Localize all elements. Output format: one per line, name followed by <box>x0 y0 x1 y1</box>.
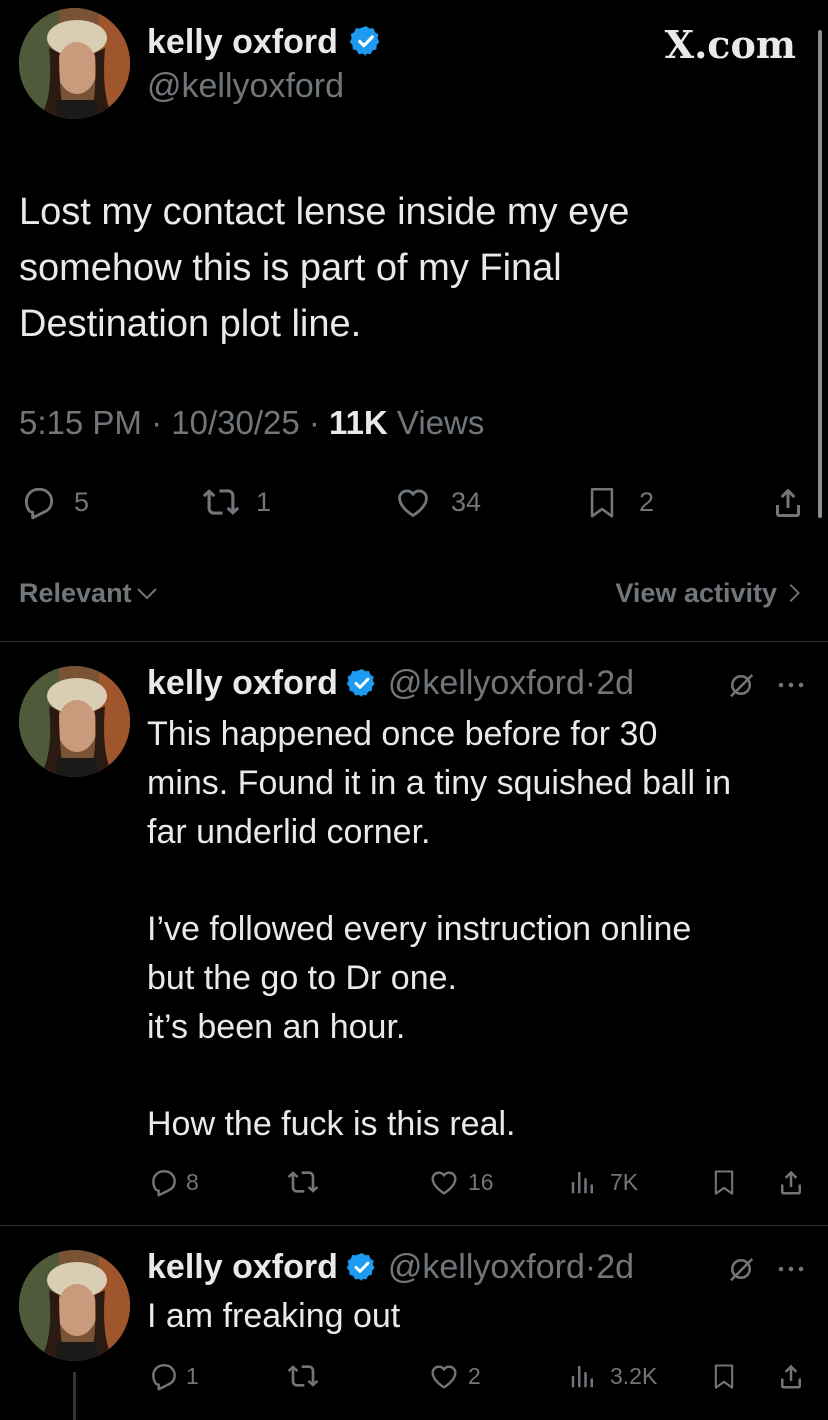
chevron-down-icon <box>136 588 157 600</box>
reply-icon <box>24 487 54 520</box>
reply-age[interactable]: 2d <box>596 662 634 704</box>
bookmark-icon[interactable] <box>710 1360 738 1392</box>
divider <box>0 1225 828 1226</box>
share-button[interactable] <box>770 482 806 522</box>
display-name-text: kelly oxford <box>147 23 338 61</box>
repost-icon <box>287 1365 319 1387</box>
meta-separator: · <box>299 404 330 441</box>
views-button[interactable]: 3.2K <box>568 1360 657 1392</box>
like-button[interactable]: 16 <box>428 1166 494 1198</box>
share-icon[interactable] <box>776 1360 806 1392</box>
handle[interactable]: @kellyoxford <box>388 662 585 704</box>
bookmark-count: 2 <box>639 486 655 517</box>
grok-icon[interactable] <box>726 1254 756 1284</box>
like-count: 2 <box>468 1362 481 1389</box>
avatar[interactable] <box>19 666 130 777</box>
reply-count: 8 <box>186 1168 199 1195</box>
reply-icon <box>152 1364 176 1391</box>
reply-icon <box>152 1170 176 1197</box>
meta-separator: · <box>141 404 172 441</box>
display-name[interactable]: kelly oxford <box>147 662 338 704</box>
reply-age[interactable]: 2d <box>596 1246 634 1288</box>
more-options-icon[interactable] <box>776 670 806 700</box>
tweet-meta: 5:15 PM · 10/30/25 · 11K Views <box>19 402 484 444</box>
more-options-icon[interactable] <box>776 1254 806 1284</box>
repost-count: 1 <box>256 486 272 517</box>
views-count: 3.2K <box>610 1362 658 1389</box>
view-activity-label: View activity <box>615 578 777 608</box>
heart-icon <box>398 489 428 517</box>
views-count: 11K <box>329 404 388 441</box>
thread-line <box>73 1372 76 1420</box>
tweet-text: Lost my contact lense inside my eye some… <box>19 191 630 345</box>
tweet-date[interactable]: 10/30/25 <box>171 404 299 441</box>
reply-header: kelly oxford @kellyoxford · 2d <box>147 662 634 704</box>
like-count: 34 <box>451 486 482 517</box>
like-count: 16 <box>468 1168 494 1195</box>
meta-separator: · <box>584 1248 597 1286</box>
tweet-time[interactable]: 5:15 PM <box>19 404 142 441</box>
reply-button[interactable]: 1 <box>148 1360 199 1392</box>
verified-badge-icon <box>346 669 375 697</box>
views-count: 7K <box>610 1168 639 1195</box>
reply-button[interactable]: 5 <box>20 482 89 522</box>
avatar[interactable] <box>19 8 130 119</box>
like-button[interactable]: 34 <box>393 482 481 522</box>
views-button[interactable]: 7K <box>568 1166 638 1198</box>
bookmark-icon[interactable] <box>710 1166 738 1198</box>
verified-badge-icon <box>346 1253 375 1281</box>
reply-text: I am freaking out <box>147 1297 401 1335</box>
heart-icon <box>431 1171 457 1195</box>
reply-button[interactable]: 8 <box>148 1166 199 1198</box>
repost-icon <box>287 1171 319 1193</box>
display-name[interactable]: kelly oxford <box>147 22 383 62</box>
bookmark-button[interactable]: 2 <box>585 482 654 522</box>
share-icon <box>776 488 800 517</box>
meta-separator: · <box>584 664 597 702</box>
sort-label: Relevant <box>19 578 132 608</box>
sort-dropdown[interactable]: Relevant <box>19 576 159 610</box>
like-button[interactable]: 2 <box>428 1360 481 1392</box>
reply-count: 1 <box>186 1362 199 1389</box>
repost-button[interactable]: 1 <box>200 482 271 522</box>
site-brand: X.com <box>664 22 796 67</box>
view-activity-link[interactable]: View activity <box>580 576 805 610</box>
display-name[interactable]: kelly oxford <box>147 1246 338 1288</box>
bar-chart-icon <box>571 1172 593 1194</box>
grok-icon[interactable] <box>726 670 756 700</box>
repost-icon <box>202 489 240 515</box>
share-icon[interactable] <box>776 1166 806 1198</box>
bookmark-icon <box>590 487 614 518</box>
bar-chart-icon <box>571 1366 593 1388</box>
divider <box>0 641 828 642</box>
views-label: Views <box>396 404 485 441</box>
chevron-right-icon <box>789 584 800 602</box>
handle[interactable]: @kellyoxford <box>388 1246 585 1288</box>
avatar[interactable] <box>19 1250 130 1361</box>
reply-header: kelly oxford @kellyoxford · 2d <box>147 1246 634 1288</box>
scrollbar[interactable] <box>818 30 822 518</box>
repost-button[interactable] <box>285 1166 327 1198</box>
repost-button[interactable] <box>285 1360 327 1392</box>
reply-count: 5 <box>74 486 90 517</box>
heart-icon <box>431 1365 457 1389</box>
verified-badge-icon <box>350 26 380 56</box>
handle[interactable]: @kellyoxford <box>147 66 344 106</box>
reply-text: This happened once before for 30 mins. F… <box>147 715 731 1144</box>
